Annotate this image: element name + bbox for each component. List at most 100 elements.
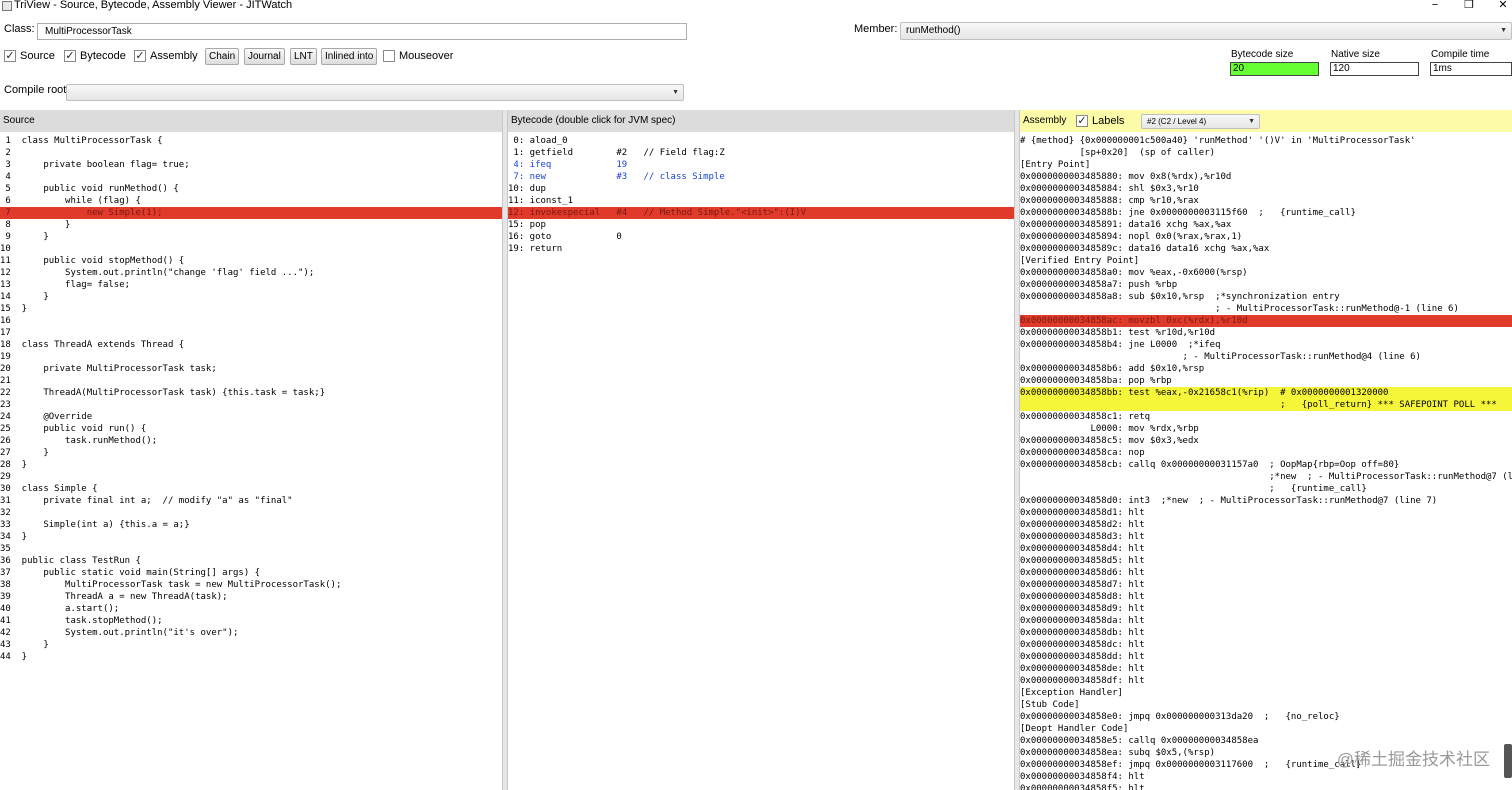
code-line[interactable]: ; - MultiProcessorTask::runMethod@4 (lin… [1020, 351, 1512, 363]
code-line[interactable]: 0x00000000034858d7: hlt [1020, 579, 1512, 591]
code-line[interactable]: 10 [0, 243, 502, 255]
code-line[interactable]: 43 } [0, 639, 502, 651]
mouseover-checkbox[interactable]: Mouseover [383, 49, 453, 63]
code-line[interactable]: ; - MultiProcessorTask::runMethod@-1 (li… [1020, 303, 1512, 315]
code-line[interactable]: 2 [0, 147, 502, 159]
code-line[interactable]: 34 } [0, 531, 502, 543]
class-field[interactable]: MultiProcessorTask [37, 23, 687, 40]
minimize-button[interactable]: − [1428, 0, 1442, 11]
code-line[interactable]: 37 public static void main(String[] args… [0, 567, 502, 579]
lnt-button[interactable]: LNT [290, 48, 317, 65]
code-line[interactable]: 41 task.stopMethod(); [0, 615, 502, 627]
code-line[interactable]: 27 } [0, 447, 502, 459]
code-line[interactable]: 16 [0, 315, 502, 327]
chain-button[interactable]: Chain [205, 48, 240, 65]
code-line[interactable]: 17 [0, 327, 502, 339]
code-line[interactable]: 16: goto 0 [508, 231, 1014, 243]
code-line[interactable]: [Stub Code] [1020, 699, 1512, 711]
code-line[interactable]: 0x00000000034858bb: test %eax,-0x21658c1… [1020, 387, 1512, 399]
code-line[interactable]: 42 System.out.println("it's over"); [0, 627, 502, 639]
code-line[interactable]: 38 MultiProcessorTask task = new MultiPr… [0, 579, 502, 591]
code-line[interactable]: 15: pop [508, 219, 1014, 231]
code-line[interactable]: 0x00000000034858d2: hlt [1020, 519, 1512, 531]
code-line[interactable]: 13 flag= false; [0, 279, 502, 291]
member-select[interactable]: runMethod() ▼ [900, 22, 1512, 40]
code-line[interactable]: 44 } [0, 651, 502, 663]
code-line[interactable]: 0x000000000348589c: data16 data16 xchg %… [1020, 243, 1512, 255]
code-line[interactable]: 0x00000000034858d4: hlt [1020, 543, 1512, 555]
code-line[interactable]: 4 [0, 171, 502, 183]
code-line[interactable]: 0x00000000034858b6: add $0x10,%rsp [1020, 363, 1512, 375]
code-line[interactable]: [Verified Entry Point] [1020, 255, 1512, 267]
code-line[interactable]: 10: dup [508, 183, 1014, 195]
scrollbar-thumb[interactable] [1504, 744, 1512, 778]
code-line[interactable]: 39 ThreadA a = new ThreadA(task); [0, 591, 502, 603]
code-line[interactable]: 8 } [0, 219, 502, 231]
code-line[interactable]: 20 private MultiProcessorTask task; [0, 363, 502, 375]
code-line[interactable]: 1 class MultiProcessorTask { [0, 135, 502, 147]
code-line[interactable]: 0x00000000034858a8: sub $0x10,%rsp ;*syn… [1020, 291, 1512, 303]
code-line[interactable]: 0x00000000034858f4: hlt [1020, 771, 1512, 783]
code-line[interactable]: 6 while (flag) { [0, 195, 502, 207]
code-line[interactable]: 21 [0, 375, 502, 387]
code-line[interactable]: 0x0000000003485880: mov 0x8(%rdx),%r10d [1020, 171, 1512, 183]
close-button[interactable]: ✕ [1496, 0, 1510, 11]
assembly-checkbox[interactable]: ✓ Assembly [134, 49, 198, 63]
code-line[interactable]: 0x00000000034858d8: hlt [1020, 591, 1512, 603]
journal-button[interactable]: Journal [244, 48, 285, 65]
code-line[interactable]: 0: aload_0 [508, 135, 1014, 147]
code-line[interactable]: 29 [0, 471, 502, 483]
code-line[interactable]: 0x00000000034858d5: hlt [1020, 555, 1512, 567]
code-line[interactable]: 0x00000000034858ac: movzbl 0xc(%rdx),%r1… [1020, 315, 1512, 327]
code-line[interactable]: 19: return [508, 243, 1014, 255]
code-line[interactable]: 0x00000000034858d0: int3 ;*new ; - Multi… [1020, 495, 1512, 507]
labels-checkbox[interactable]: ✓ Labels [1076, 114, 1124, 128]
code-line[interactable]: 12: invokespecial #4 // Method Simple."<… [508, 207, 1014, 219]
code-line[interactable]: 0x00000000034858dc: hlt [1020, 639, 1512, 651]
code-line[interactable]: 4: ifeq 19 [508, 159, 1014, 171]
source-checkbox[interactable]: ✓ Source [4, 49, 55, 63]
code-line[interactable]: 11: iconst_1 [508, 195, 1014, 207]
code-line[interactable]: 30 class Simple { [0, 483, 502, 495]
code-line[interactable]: 0x000000000348588b: jne 0x0000000003115f… [1020, 207, 1512, 219]
code-line[interactable]: 1: getfield #2 // Field flag:Z [508, 147, 1014, 159]
code-line[interactable]: 35 [0, 543, 502, 555]
code-line[interactable]: ; {poll_return} *** SAFEPOINT POLL *** [1020, 399, 1512, 411]
code-line[interactable]: 0x00000000034858dd: hlt [1020, 651, 1512, 663]
code-line[interactable]: 0x00000000034858d6: hlt [1020, 567, 1512, 579]
code-line[interactable]: ; {runtime_call} [1020, 483, 1512, 495]
code-line[interactable]: 0x00000000034858a0: mov %eax,-0x6000(%rs… [1020, 267, 1512, 279]
code-line[interactable]: 0x00000000034858df: hlt [1020, 675, 1512, 687]
code-line[interactable]: 26 task.runMethod(); [0, 435, 502, 447]
source-code-area[interactable]: 1 class MultiProcessorTask { 2 3 private… [0, 135, 502, 790]
code-line[interactable]: 40 a.start(); [0, 603, 502, 615]
code-line[interactable]: [Deopt Handler Code] [1020, 723, 1512, 735]
code-line[interactable]: 19 [0, 351, 502, 363]
code-line[interactable]: 7 new Simple(1); [0, 207, 502, 219]
code-line[interactable]: 11 public void stopMethod() { [0, 255, 502, 267]
bytecode-checkbox[interactable]: ✓ Bytecode [64, 49, 126, 63]
code-line[interactable]: [sp+0x20] (sp of caller) [1020, 147, 1512, 159]
code-line[interactable]: 0x00000000034858f5: hlt [1020, 783, 1512, 790]
code-line[interactable]: 25 public void run() { [0, 423, 502, 435]
code-line[interactable]: 15 } [0, 303, 502, 315]
code-line[interactable]: 0x00000000034858d9: hlt [1020, 603, 1512, 615]
code-line[interactable]: 31 private final int a; // modify "a" as… [0, 495, 502, 507]
bytecode-code-area[interactable]: 0: aload_0 1: getfield #2 // Field flag:… [508, 135, 1014, 790]
code-line[interactable]: 0x00000000034858b4: jne L0000 ;*ifeq [1020, 339, 1512, 351]
code-line[interactable]: 0x00000000034858c5: mov $0x3,%edx [1020, 435, 1512, 447]
code-line[interactable]: 3 private boolean flag= true; [0, 159, 502, 171]
code-line[interactable]: 32 [0, 507, 502, 519]
code-line[interactable]: 0x00000000034858de: hlt [1020, 663, 1512, 675]
code-line[interactable]: 0x00000000034858d1: hlt [1020, 507, 1512, 519]
code-line[interactable]: 18 class ThreadA extends Thread { [0, 339, 502, 351]
code-line[interactable]: 0x0000000003485884: shl $0x3,%r10 [1020, 183, 1512, 195]
code-line[interactable]: 5 public void runMethod() { [0, 183, 502, 195]
code-line[interactable]: ;*new ; - MultiProcessorTask::runMethod@… [1020, 471, 1512, 483]
code-line[interactable]: [Exception Handler] [1020, 687, 1512, 699]
code-line[interactable]: [Entry Point] [1020, 159, 1512, 171]
code-line[interactable]: 0x00000000034858d3: hlt [1020, 531, 1512, 543]
code-line[interactable]: 22 ThreadA(MultiProcessorTask task) {thi… [0, 387, 502, 399]
code-line[interactable]: 0x00000000034858ba: pop %rbp [1020, 375, 1512, 387]
restore-button[interactable]: ❐ [1462, 0, 1476, 11]
